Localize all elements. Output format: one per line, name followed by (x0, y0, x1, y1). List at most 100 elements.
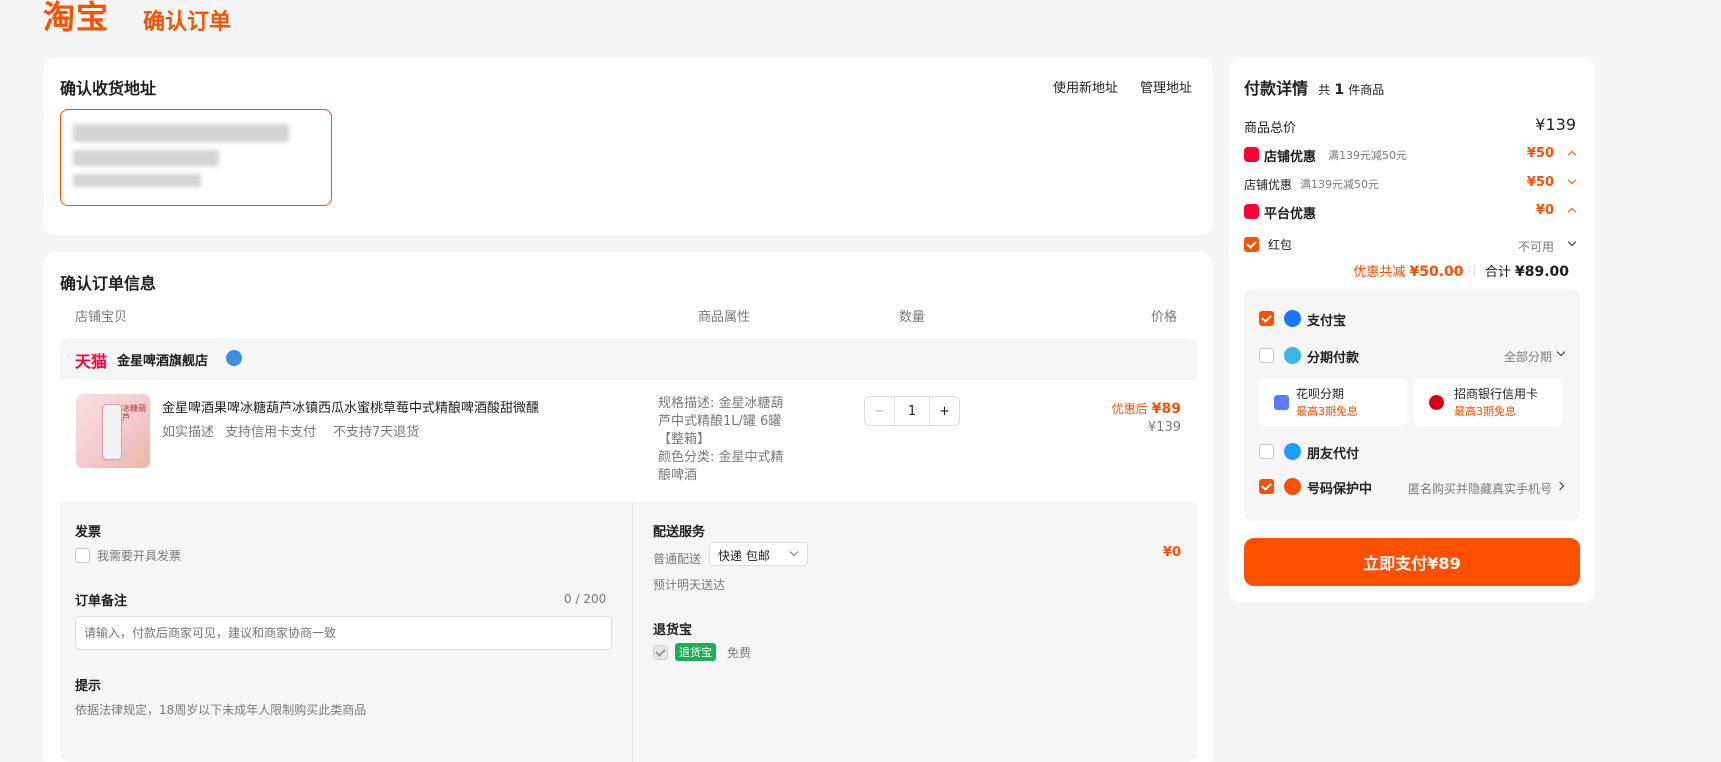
column-header-attributes: 商品属性 (698, 310, 751, 325)
returns-checkbox (653, 645, 668, 660)
invoice-title: 发票 (75, 525, 102, 540)
installment-icon (1284, 347, 1301, 364)
red-packet-status[interactable]: 不可用 (1518, 238, 1554, 255)
item-count-suffix: 件商品 (1348, 83, 1385, 97)
spec-line: 酿啤酒 (658, 468, 698, 483)
installment-all[interactable]: 全部分期 (1504, 348, 1552, 365)
huabei-icon (1274, 395, 1289, 410)
notice-text: 依据法律规定，18周岁以下未成年人限制购买此类商品 (75, 703, 367, 717)
delivery-title: 配送服务 (653, 525, 706, 540)
product-tag: 不支持7天退货 (333, 425, 420, 440)
shop-discount-label: 店铺优惠 (1264, 150, 1317, 165)
remark-input[interactable] (75, 616, 612, 650)
alipay-icon (1284, 310, 1301, 327)
platform-discount-amount: ¥0 (1535, 203, 1554, 218)
sum-value: ¥89.00 (1514, 264, 1569, 280)
delivery-select-value: 快递 包邮 (718, 549, 770, 563)
product-name[interactable]: 金星啤酒果啤冰糖葫芦冰镇西瓜水蜜桃草莓中式精酿啤酒酸甜微醺 (162, 397, 539, 416)
huabei-option[interactable]: 花呗分期 最高3期免息 (1259, 378, 1407, 426)
spec-line: 颜色分类: 金星中式精 (658, 450, 784, 465)
discounted-price: 优惠后 ¥89 (1112, 400, 1181, 417)
chevron-down-icon[interactable] (1567, 237, 1577, 247)
item-count-prefix: 共 (1318, 83, 1331, 97)
quantity-input[interactable]: 1 (895, 397, 929, 425)
spec-line: 【整箱】 (658, 432, 711, 447)
shop-discount-amount: ¥50 (1526, 146, 1554, 161)
total-label: 商品总价 (1244, 121, 1297, 136)
delivery-fee: ¥0 (1162, 545, 1181, 560)
selected-address-box[interactable] (60, 109, 332, 206)
new-address-link[interactable]: 使用新地址 (1053, 77, 1118, 96)
summary-row: 优惠共减 ¥50.00 合计 ¥89.00 (1353, 261, 1569, 280)
product-tag: 如实描述 (162, 425, 215, 440)
manage-address-link[interactable]: 管理地址 (1140, 77, 1192, 96)
privacy-desc[interactable]: 匿名购买并隐藏真实手机号 (1408, 480, 1552, 497)
friend-pay-icon (1284, 443, 1301, 460)
invoice-option-label: 我需要开具发票 (97, 549, 182, 563)
redacted-recipient (73, 124, 289, 142)
platform-discount-label: 平台优惠 (1264, 207, 1317, 222)
shop-discount-rule: 满139元减50元 (1328, 149, 1407, 162)
delivery-label: 普通配送 (653, 552, 702, 566)
product-image[interactable]: 冰糖葫芦 (76, 394, 150, 468)
spec-line: 芦中式精酿1L/罐 6罐 (658, 414, 782, 429)
shop-discount-icon (1244, 147, 1259, 162)
cmb-name: 招商银行信用卡 (1454, 387, 1539, 401)
privacy-label: 号码保护中 (1307, 482, 1373, 497)
privacy-icon (1284, 478, 1301, 495)
friend-pay-label[interactable]: 朋友代付 (1307, 443, 1359, 462)
payment-card: 付款详情 共 1 件商品 商品总价 ¥139 店铺优惠 满139元减50元 ¥5… (1229, 57, 1595, 602)
discount-label: 优惠后 (1111, 402, 1148, 416)
shop-discount-sub-label: 店铺优惠 (1244, 178, 1293, 192)
alipay-checkbox[interactable] (1259, 311, 1274, 326)
shop-name[interactable]: 金星啤酒旗舰店 (117, 350, 208, 369)
product-label: 冰糖葫芦 (122, 404, 146, 422)
payment-title-row: 付款详情 共 1 件商品 (1244, 75, 1384, 99)
spec-line: 规格描述: 金星冰糖葫 (658, 396, 784, 411)
invoice-checkbox[interactable] (75, 548, 90, 563)
payment-methods: 支付宝 分期付款 全部分期 花呗分期 最高3期免息 招商银行信用卡 最高3期免息… (1244, 289, 1580, 521)
item-count: 1 (1334, 82, 1345, 98)
payment-title: 付款详情 (1244, 79, 1309, 98)
remark-counter: 0 / 200 (564, 592, 607, 606)
column-header-price: 价格 (1151, 310, 1178, 325)
chevron-right-icon[interactable] (1555, 481, 1565, 491)
cmb-option[interactable]: 招商银行信用卡 最高3期免息 (1414, 378, 1562, 426)
shop-block: 天猫 金星啤酒旗舰店 冰糖葫芦 金星啤酒果啤冰糖葫芦冰镇西瓜水蜜桃草莓中式精酿啤… (60, 338, 1197, 762)
product-can (102, 404, 122, 460)
red-packet-checkbox[interactable] (1244, 237, 1259, 252)
redacted-phone (73, 174, 201, 187)
sum-label: 合计 (1484, 265, 1511, 280)
installment-checkbox[interactable] (1259, 348, 1274, 363)
tmall-logo: 天猫 (75, 352, 108, 371)
cmb-icon (1429, 395, 1444, 410)
address-title: 确认收货地址 (60, 79, 157, 98)
platform-discount-icon (1244, 204, 1259, 219)
chat-icon[interactable] (226, 350, 242, 366)
shop-discount-sub-rule: 满139元减50元 (1300, 178, 1379, 191)
pay-now-button[interactable]: 立即支付¥89 (1244, 538, 1580, 586)
quantity-plus-button[interactable]: + (929, 397, 959, 425)
chevron-down-icon (789, 547, 799, 557)
quantity-minus-button[interactable]: − (865, 397, 895, 425)
returns-free: 免费 (727, 646, 752, 660)
taobao-logo[interactable]: 淘宝 (43, 0, 109, 36)
alipay-label[interactable]: 支付宝 (1307, 310, 1346, 329)
remark-title: 订单备注 (75, 594, 128, 609)
expand-icon[interactable] (1567, 175, 1577, 185)
installment-label[interactable]: 分期付款 (1307, 347, 1359, 366)
product-tag: 支持信用卡支付 (225, 425, 317, 440)
huabei-name: 花呗分期 (1296, 387, 1345, 401)
delivery-select[interactable]: 快递 包邮 (709, 542, 808, 566)
section-divider (632, 502, 633, 762)
cmb-promo: 最高3期免息 (1454, 405, 1516, 418)
friend-pay-checkbox[interactable] (1259, 444, 1274, 459)
chevron-down-icon[interactable] (1556, 347, 1566, 357)
privacy-checkbox[interactable] (1259, 479, 1274, 494)
address-card: 确认收货地址 使用新地址 管理地址 (44, 57, 1212, 235)
collapse-icon[interactable] (1567, 150, 1577, 160)
redacted-address-line (73, 150, 219, 166)
collapse-icon[interactable] (1567, 207, 1577, 217)
discount-price: ¥89 (1151, 401, 1181, 417)
original-price: ¥139 (1147, 420, 1181, 435)
